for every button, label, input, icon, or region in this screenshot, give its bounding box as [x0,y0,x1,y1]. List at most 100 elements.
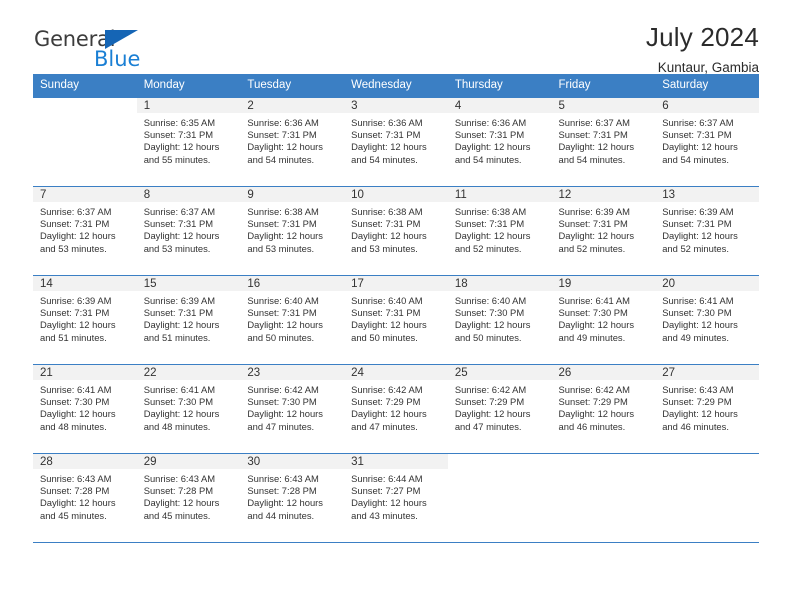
title-block: July 2024 Kuntaur, Gambia [646,21,759,78]
sunrise-time: Sunrise: 6:42 AM [247,384,319,395]
calendar-day-empty [655,453,759,542]
calendar-day[interactable]: 16 Sunrise: 6:40 AM Sunset: 7:31 PM Dayligh… [240,275,345,364]
sunrise-time: Sunrise: 6:36 AM [351,117,423,128]
calendar-cell: 22 Sunrise: 6:41 AM Sunset: 7:30 PM Dayligh… [136,364,241,453]
sunrise-time: Sunrise: 6:43 AM [247,473,319,484]
calendar-cell [655,453,759,542]
sunset-time: Sunset: 7:31 PM [143,218,214,230]
calendar-day[interactable]: 28 Sunrise: 6:43 AM Sunset: 7:28 PM Dayligh… [33,453,137,542]
daylight-duration-line1: Daylight: 12 hours [662,408,738,420]
calendar-day[interactable]: 4 Sunrise: 6:36 AM Sunset: 7:31 PM Daylight… [447,97,552,186]
daylight-duration-line1: Daylight: 12 hours [143,408,220,420]
calendar-cell: 15 Sunrise: 6:39 AM Sunset: 7:31 PM Dayligh… [136,275,241,364]
calendar-day[interactable]: 15 Sunrise: 6:39 AM Sunset: 7:31 PM Dayligh… [136,275,241,364]
calendar-day[interactable]: 11 Sunrise: 6:38 AM Sunset: 7:31 PM Dayligh… [447,186,552,275]
daylight-duration-line1: Daylight: 12 hours [40,319,116,331]
calendar-cell: 5 Sunrise: 6:37 AM Sunset: 7:31 PM Daylight… [551,97,656,186]
daylight-duration-line2: and 53 minutes. [247,242,315,254]
page-subtitle-location: Kuntaur, Gambia [657,60,759,75]
calendar-cell: 14 Sunrise: 6:39 AM Sunset: 7:31 PM Dayligh… [33,275,137,364]
daylight-duration-line2: and 49 minutes. [558,331,626,343]
daylight-duration-line1: Daylight: 12 hours [662,319,738,331]
calendar-day[interactable]: 20 Sunrise: 6:41 AM Sunset: 7:30 PM Dayligh… [655,275,759,364]
calendar-day[interactable]: 13 Sunrise: 6:39 AM Sunset: 7:31 PM Dayligh… [655,186,759,275]
sunrise-time: Sunrise: 6:42 AM [558,384,630,395]
sunset-time: Sunset: 7:31 PM [454,129,525,141]
sunrise-time: Sunrise: 6:39 AM [143,295,216,306]
sunrise-time: Sunrise: 6:37 AM [40,206,112,217]
calendar-day[interactable]: 18 Sunrise: 6:40 AM Sunset: 7:30 PM Dayligh… [447,275,552,364]
sunrise-time: Sunrise: 6:40 AM [247,295,319,306]
daylight-duration-line2: and 54 minutes. [454,153,522,165]
calendar-day[interactable]: 8 Sunrise: 6:37 AM Sunset: 7:31 PM Daylight… [136,186,241,275]
calendar-day[interactable]: 14 Sunrise: 6:39 AM Sunset: 7:31 PM Dayligh… [33,275,137,364]
daylight-duration-line1: Daylight: 12 hours [558,230,635,242]
calendar-day[interactable]: 17 Sunrise: 6:40 AM Sunset: 7:31 PM Dayligh… [344,275,448,364]
calendar-cell: 1 Sunrise: 6:35 AM Sunset: 7:31 PM Daylight… [136,97,241,186]
day-sun-info: Sunrise: 6:36 AM Sunset: 7:31 PM Daylight:… [240,113,344,166]
calendar-day[interactable]: 25 Sunrise: 6:42 AM Sunset: 7:29 PM Dayligh… [447,364,552,453]
daylight-duration-line1: Daylight: 12 hours [247,230,323,242]
day-number: 2 [240,98,345,113]
calendar-day[interactable]: 30 Sunrise: 6:43 AM Sunset: 7:28 PM Dayligh… [240,453,345,542]
calendar-day[interactable]: 31 Sunrise: 6:44 AM Sunset: 7:27 PM Dayligh… [344,453,448,542]
calendar-day[interactable]: 2 Sunrise: 6:36 AM Sunset: 7:31 PM Daylight… [240,97,345,186]
daylight-duration-line2: and 54 minutes. [351,153,418,165]
sunrise-time: Sunrise: 6:42 AM [454,384,527,395]
day-sun-info: Sunrise: 6:42 AM Sunset: 7:29 PM Daylight:… [552,380,656,433]
day-sun-info: Sunrise: 6:38 AM Sunset: 7:31 PM Daylight:… [344,202,448,255]
calendar-cell: 10 Sunrise: 6:38 AM Sunset: 7:31 PM Dayligh… [344,186,448,275]
weekday-header-tuesday: Tuesday [240,74,345,97]
sunset-time: Sunset: 7:31 PM [247,129,317,141]
daylight-duration-line2: and 47 minutes. [351,420,418,432]
daylight-duration-line1: Daylight: 12 hours [558,408,635,420]
day-number: 20 [655,276,759,291]
sunrise-time: Sunrise: 6:36 AM [454,117,527,128]
calendar-day[interactable]: 21 Sunrise: 6:41 AM Sunset: 7:30 PM Dayligh… [33,364,137,453]
sunrise-time: Sunrise: 6:38 AM [351,206,423,217]
sunset-time: Sunset: 7:31 PM [454,218,525,230]
sunrise-time: Sunrise: 6:38 AM [454,206,527,217]
day-number: 19 [551,276,656,291]
calendar-day[interactable]: 27 Sunrise: 6:43 AM Sunset: 7:29 PM Dayligh… [655,364,759,453]
calendar-day[interactable]: 3 Sunrise: 6:36 AM Sunset: 7:31 PM Daylight… [344,97,448,186]
daylight-duration-line2: and 46 minutes. [662,420,729,432]
sunset-time: Sunset: 7:31 PM [247,218,317,230]
day-number: 7 [33,187,137,202]
sunset-time: Sunset: 7:28 PM [247,485,317,497]
calendar-day[interactable]: 23 Sunrise: 6:42 AM Sunset: 7:30 PM Dayligh… [240,364,345,453]
daylight-duration-line2: and 53 minutes. [40,242,107,254]
sunrise-time: Sunrise: 6:41 AM [143,384,216,395]
day-number: 28 [33,454,137,469]
sunrise-time: Sunrise: 6:39 AM [40,295,112,306]
sunset-time: Sunset: 7:28 PM [40,485,110,497]
calendar-day[interactable]: 9 Sunrise: 6:38 AM Sunset: 7:31 PM Daylight… [240,186,345,275]
sunset-time: Sunset: 7:30 PM [40,396,110,408]
calendar-cell: 12 Sunrise: 6:39 AM Sunset: 7:31 PM Dayligh… [551,186,656,275]
day-number: 13 [655,187,759,202]
calendar-day-empty [447,453,552,542]
calendar-page: General Blue July 2024 Kuntaur, Gambia S… [0,0,792,612]
daylight-duration-line1: Daylight: 12 hours [40,408,116,420]
calendar-day[interactable]: 12 Sunrise: 6:39 AM Sunset: 7:31 PM Dayligh… [551,186,656,275]
calendar-cell: 9 Sunrise: 6:38 AM Sunset: 7:31 PM Daylight… [240,186,345,275]
sunrise-time: Sunrise: 6:41 AM [40,384,112,395]
calendar-day[interactable]: 5 Sunrise: 6:37 AM Sunset: 7:31 PM Daylight… [551,97,656,186]
calendar-day[interactable]: 19 Sunrise: 6:41 AM Sunset: 7:30 PM Dayligh… [551,275,656,364]
calendar-day[interactable]: 7 Sunrise: 6:37 AM Sunset: 7:31 PM Daylight… [33,186,137,275]
sunset-time: Sunset: 7:29 PM [351,396,421,408]
calendar-day[interactable]: 1 Sunrise: 6:35 AM Sunset: 7:31 PM Daylight… [136,97,241,186]
general-blue-logo[interactable]: General Blue [34,28,184,76]
calendar-day[interactable]: 26 Sunrise: 6:42 AM Sunset: 7:29 PM Dayligh… [551,364,656,453]
day-number: 22 [136,365,241,380]
calendar-week-row: 7 Sunrise: 6:37 AM Sunset: 7:31 PM Daylight… [33,186,759,275]
sunrise-time: Sunrise: 6:41 AM [662,295,734,306]
calendar-day[interactable]: 24 Sunrise: 6:42 AM Sunset: 7:29 PM Dayligh… [344,364,448,453]
calendar-day[interactable]: 6 Sunrise: 6:37 AM Sunset: 7:31 PM Daylight… [655,97,759,186]
calendar-day[interactable]: 29 Sunrise: 6:43 AM Sunset: 7:28 PM Dayligh… [136,453,241,542]
calendar-day[interactable]: 10 Sunrise: 6:38 AM Sunset: 7:31 PM Dayligh… [344,186,448,275]
calendar-day[interactable]: 22 Sunrise: 6:41 AM Sunset: 7:30 PM Dayligh… [136,364,241,453]
sunset-time: Sunset: 7:31 PM [143,307,214,319]
day-sun-info: Sunrise: 6:37 AM Sunset: 7:31 PM Daylight:… [552,113,656,166]
day-sun-info: Sunrise: 6:44 AM Sunset: 7:27 PM Daylight:… [344,469,448,522]
